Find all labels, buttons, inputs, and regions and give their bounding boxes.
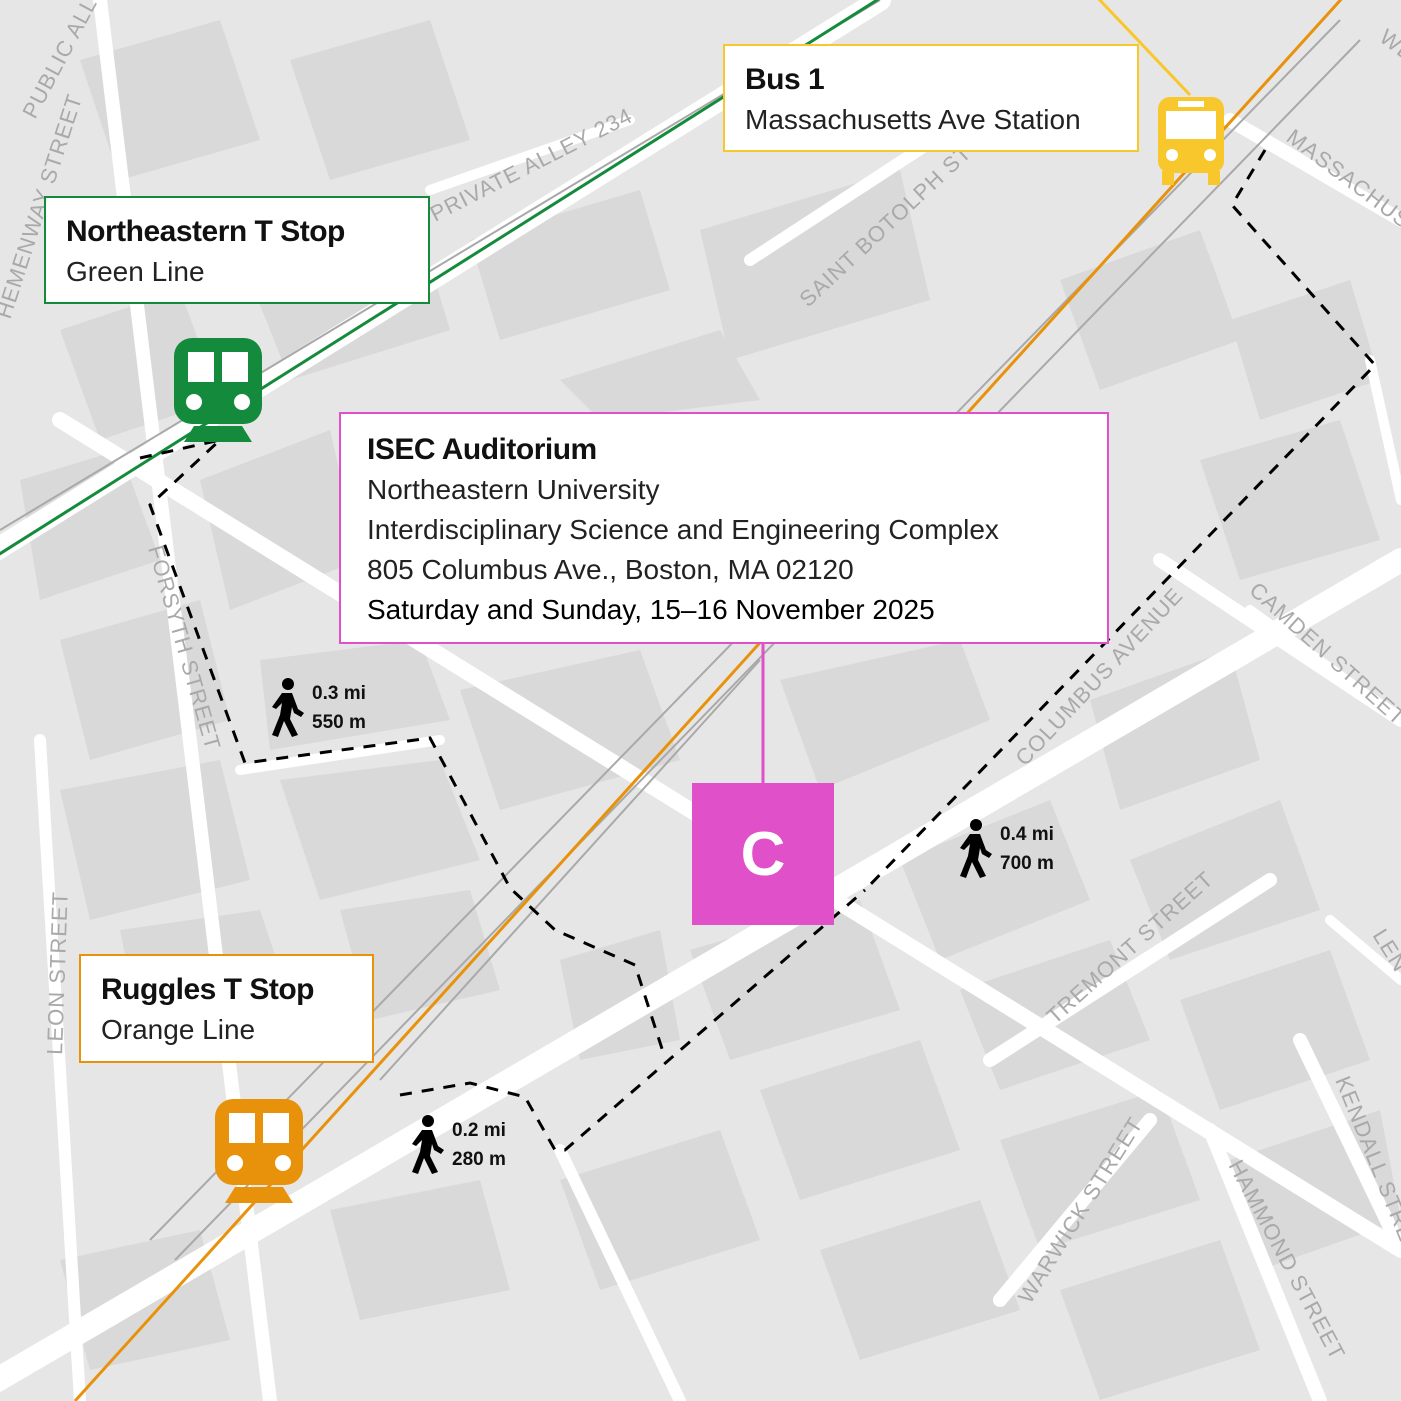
northeastern-stop-callout: Northeastern T Stop Green Line	[44, 196, 430, 304]
venue-date: Saturday and Sunday, 15–16 November 2025	[367, 594, 935, 625]
walk-distance-ruggles: 0.2 mi 280 m	[408, 1114, 506, 1176]
street-label-we: WE	[1375, 24, 1401, 67]
walk-meters: 700 m	[1000, 853, 1054, 874]
ruggles-stop-title: Ruggles T Stop	[101, 973, 315, 1006]
walk-meters: 280 m	[452, 1149, 506, 1170]
train-icon[interactable]	[213, 1097, 305, 1205]
venue-university: Northeastern University	[367, 474, 660, 505]
ruggles-stop-line: Orange Line	[101, 1014, 256, 1045]
walk-meters: 550 m	[312, 712, 366, 733]
pedestrian-icon	[960, 819, 992, 878]
train-icon[interactable]	[172, 336, 264, 444]
walk-distance-bus: 0.4 mi 700 m	[956, 818, 1054, 880]
ruggles-stop-callout: Ruggles T Stop Orange Line	[79, 954, 374, 1063]
street-label-leon: LEON STREET	[42, 891, 73, 1056]
bus-icon[interactable]	[1156, 95, 1226, 187]
venue-address: 805 Columbus Ave., Boston, MA 02120	[367, 554, 854, 585]
venue-callout: ISEC Auditorium Northeastern University …	[339, 412, 1109, 644]
walk-miles: 0.3 mi	[312, 683, 366, 704]
venue-marker[interactable]: C	[692, 783, 834, 925]
pedestrian-icon	[272, 678, 304, 737]
venue-building: Interdisciplinary Science and Engineerin…	[367, 514, 999, 545]
northeastern-stop-title: Northeastern T Stop	[66, 215, 345, 248]
pedestrian-icon	[412, 1115, 444, 1174]
venue-marker-letter: C	[740, 819, 786, 889]
northeastern-stop-line: Green Line	[66, 256, 205, 287]
venue-title: ISEC Auditorium	[367, 433, 597, 466]
street-label-massachusetts: MASSACHUSE	[1282, 124, 1401, 243]
walk-miles: 0.4 mi	[1000, 824, 1054, 845]
walk-distance-northeastern: 0.3 mi 550 m	[268, 677, 366, 739]
bus-stop-title: Bus 1	[745, 63, 825, 96]
walk-miles: 0.2 mi	[452, 1120, 506, 1141]
bus-stop-callout: Bus 1 Massachusetts Ave Station	[723, 44, 1139, 152]
bus-stop-line: Massachusetts Ave Station	[745, 104, 1081, 135]
map[interactable]: PUBLIC ALL HEMENWAY STREET PRIVATE ALLEY…	[0, 0, 1401, 1401]
